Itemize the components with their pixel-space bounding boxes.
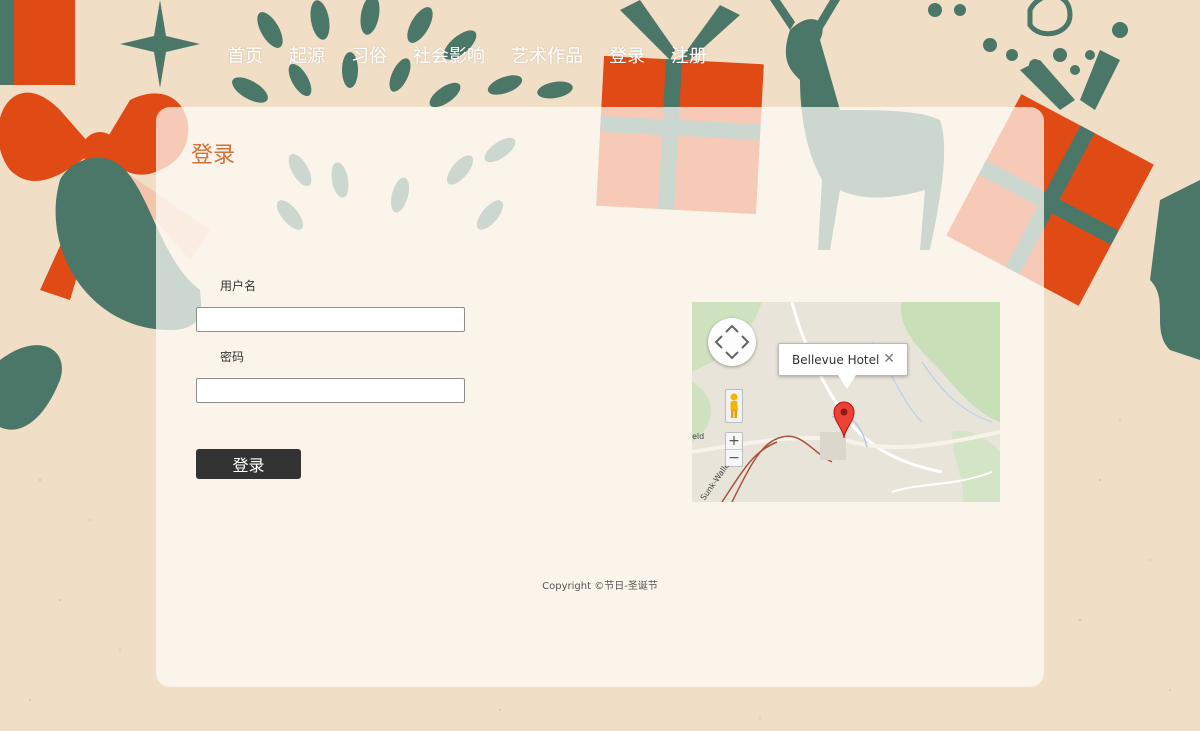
map-pan-control[interactable]: [708, 318, 756, 366]
copyright-text: Copyright ©节日-圣诞节: [542, 581, 658, 592]
pan-arrows-icon: [714, 324, 750, 360]
nav-item-login[interactable]: 登录: [609, 44, 645, 72]
username-input[interactable]: [196, 307, 465, 332]
map-info-window: Bellevue Hotel ✕: [778, 343, 908, 376]
nav-item-home[interactable]: 首页: [227, 44, 263, 72]
nav-item-customs[interactable]: 习俗: [351, 44, 387, 72]
login-panel: 登录 用户名 密码 登录 + − Bellevue Hotel ✕ Sunk-W…: [156, 107, 1044, 687]
login-button[interactable]: 登录: [196, 449, 301, 479]
page-title: 登录: [191, 143, 236, 168]
nav-item-social-impact[interactable]: 社会影响: [413, 44, 485, 72]
nav-item-register[interactable]: 注册: [671, 44, 707, 72]
map-info-label: Bellevue Hotel: [792, 353, 880, 367]
nav-item-artworks[interactable]: 艺术作品: [511, 44, 583, 72]
nav-item-origin[interactable]: 起源: [289, 44, 325, 72]
password-label: 密码: [220, 350, 245, 364]
map-pin-icon[interactable]: [832, 400, 856, 440]
embedded-map[interactable]: + − Bellevue Hotel ✕ Sunk-Wallegg eld: [692, 302, 1000, 502]
username-label: 用户名: [220, 279, 257, 293]
password-input[interactable]: [196, 378, 465, 403]
road-label: Sunk-Wallegg: [699, 466, 737, 502]
map-zoom-control: + −: [725, 432, 743, 467]
map-place-label: eld: [692, 432, 705, 441]
top-navigation: 首页 起源 习俗 社会影响 艺术作品 登录 注册: [227, 44, 733, 72]
zoom-in-button[interactable]: +: [726, 433, 742, 449]
svg-text:Sunk-Wallegg: Sunk-Wallegg: [699, 466, 737, 502]
close-icon[interactable]: ✕: [883, 352, 895, 366]
street-view-pegman-icon[interactable]: [725, 389, 743, 423]
info-window-pointer: [838, 375, 856, 389]
zoom-out-button[interactable]: −: [726, 449, 742, 466]
